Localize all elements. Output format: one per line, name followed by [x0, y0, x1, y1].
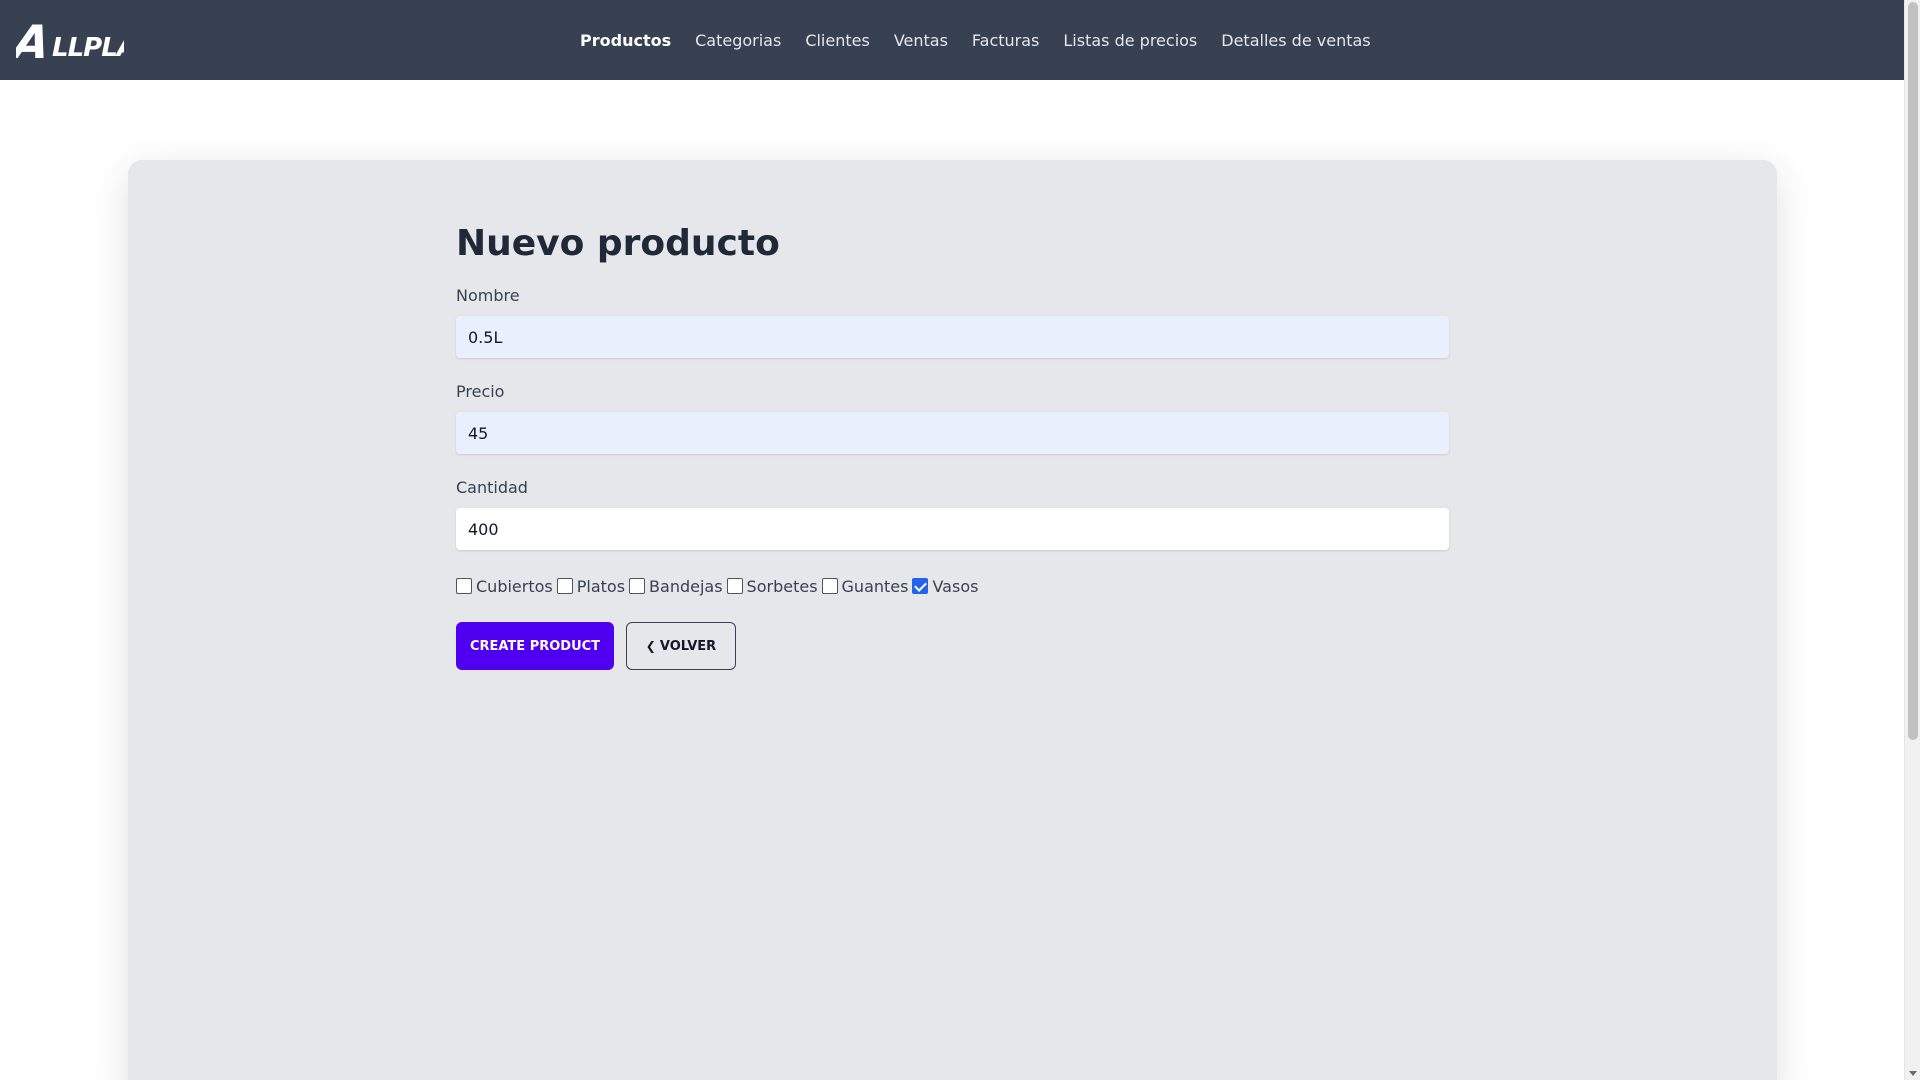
create-product-button[interactable]: Create Product: [456, 622, 614, 670]
checkbox-label: Cubiertos: [476, 576, 553, 596]
cantidad-input[interactable]: [456, 508, 1449, 550]
nombre-label: Nombre: [456, 286, 520, 305]
cantidad-label: Cantidad: [456, 478, 528, 497]
checkbox-label: Vasos: [932, 576, 979, 596]
precio-label: Precio: [456, 382, 505, 401]
checkbox-label: Bandejas: [649, 576, 723, 596]
scroll-down-arrow-icon[interactable]: [1909, 1071, 1917, 1076]
form-actions: Create Product ❮ Volver: [456, 622, 1449, 670]
main-nav: Productos Categorias Clientes Ventas Fac…: [580, 0, 1395, 80]
checkbox-bandejas[interactable]: [629, 578, 646, 594]
nav-detalles-de-ventas[interactable]: Detalles de ventas: [1221, 31, 1370, 50]
category-cubiertos[interactable]: Cubiertos: [456, 577, 553, 596]
page-scrollbar[interactable]: [1904, 0, 1920, 1080]
checkbox-cubiertos[interactable]: [456, 578, 472, 594]
svg-text:LLPLAST: LLPLAST: [52, 33, 124, 63]
nav-facturas[interactable]: Facturas: [972, 31, 1039, 50]
checkbox-vasos[interactable]: [912, 578, 929, 594]
category-platos[interactable]: Platos: [556, 576, 626, 596]
precio-input[interactable]: [456, 412, 1449, 454]
scrollbar-thumb[interactable]: [1908, 2, 1918, 740]
nombre-input[interactable]: [456, 316, 1449, 358]
checkbox-label: Guantes: [841, 576, 909, 596]
nav-categorias[interactable]: Categorias: [695, 31, 781, 50]
category-guantes[interactable]: Guantes: [821, 576, 909, 596]
svg-text:A: A: [16, 15, 53, 64]
nav-listas-de-precios[interactable]: Listas de precios: [1063, 31, 1197, 50]
allplast-logo[interactable]: A LLPLAST: [16, 14, 124, 64]
nav-ventas[interactable]: Ventas: [894, 31, 948, 50]
checkbox-platos[interactable]: [556, 578, 573, 594]
category-bandejas[interactable]: Bandejas: [629, 577, 723, 596]
category-sorbetes[interactable]: Sorbetes: [726, 576, 818, 596]
category-checkboxes: Cubiertos Platos Bandejas Sorbetes Guant…: [456, 574, 1449, 598]
nav-productos[interactable]: Productos: [580, 31, 671, 50]
new-product-form: Nuevo producto Nombre Precio Cantidad Cu…: [456, 220, 1449, 670]
page-title: Nuevo producto: [456, 223, 780, 264]
nav-clientes[interactable]: Clientes: [805, 31, 870, 50]
checkbox-sorbetes[interactable]: [726, 578, 743, 594]
checkbox-label: Sorbetes: [746, 576, 818, 596]
back-button-label: Volver: [659, 638, 717, 654]
chevron-left-icon: ❮: [645, 639, 656, 653]
top-navbar: A LLPLAST Productos Categorias Clientes …: [0, 0, 1904, 80]
back-button[interactable]: ❮ Volver: [626, 622, 736, 670]
checkbox-label: Platos: [576, 576, 626, 596]
category-vasos[interactable]: Vasos: [912, 577, 978, 596]
checkbox-guantes[interactable]: [821, 578, 838, 594]
